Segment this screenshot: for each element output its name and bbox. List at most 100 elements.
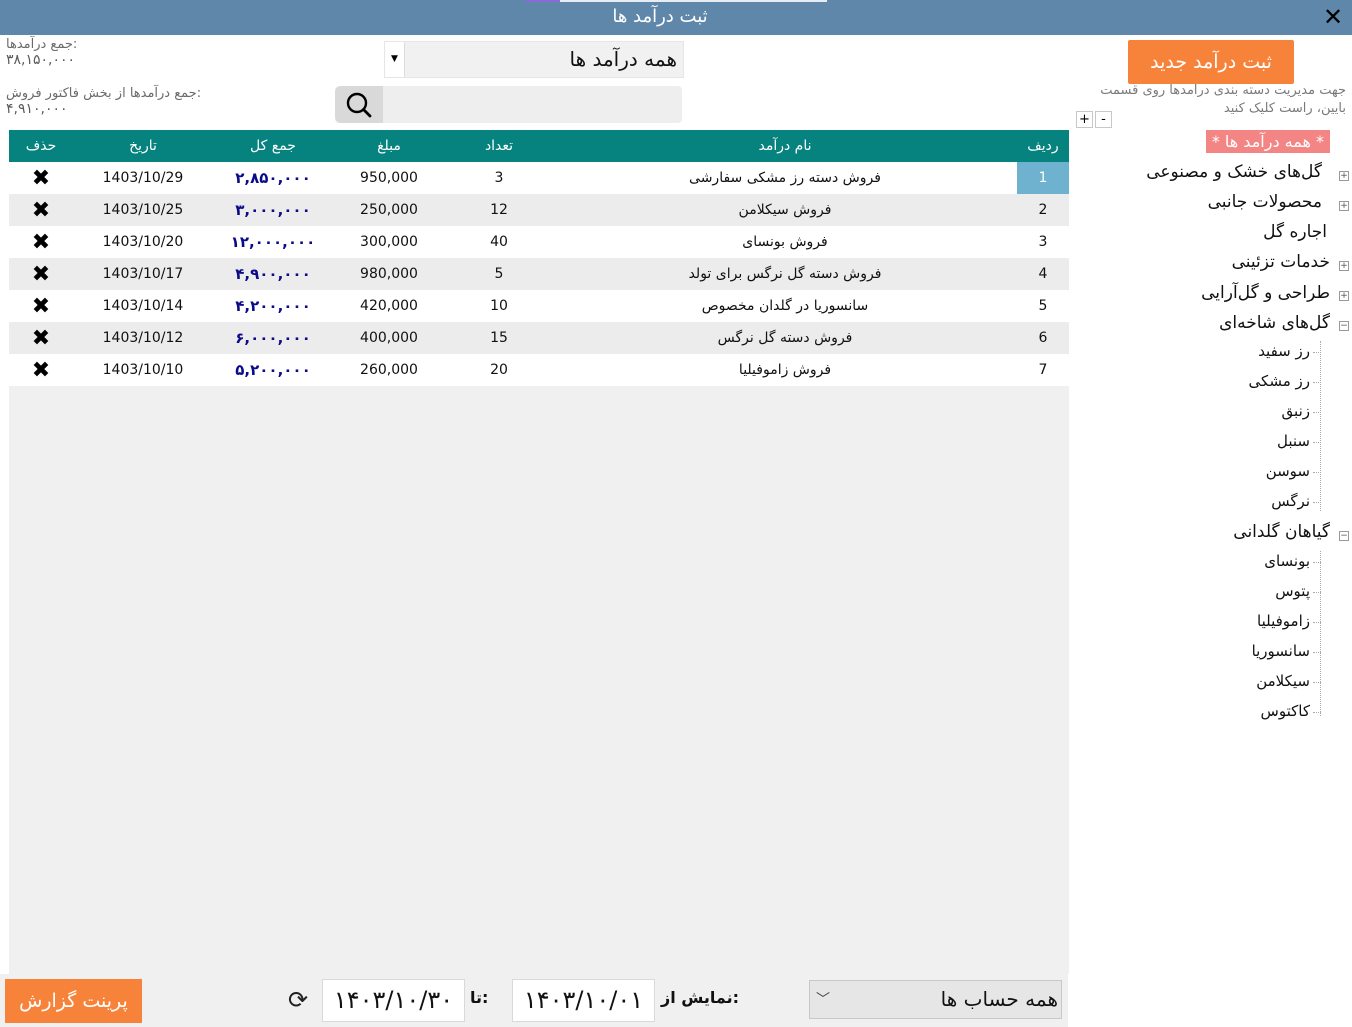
cell-qty[interactable]: 3 (445, 162, 553, 194)
cell-qty[interactable]: 10 (445, 290, 553, 322)
cell-row[interactable]: 1 (1017, 162, 1069, 194)
tree-leaf[interactable]: کاکتوس (1261, 702, 1310, 720)
delete-icon[interactable]: ✖ (32, 166, 50, 191)
col-amount[interactable]: مبلغ (333, 130, 445, 162)
search-input[interactable] (385, 88, 675, 120)
expand-icon[interactable]: + (1339, 291, 1349, 301)
tree-node-pot-plants[interactable]: گیاهان گلدانی (1233, 522, 1330, 542)
col-date[interactable]: تاریخ (73, 130, 213, 162)
cell-name[interactable]: سانسوریا در گلدان مخصوص (553, 290, 1017, 322)
cell-amount[interactable]: 260,000 (333, 354, 445, 386)
col-delete[interactable]: حذف (9, 130, 73, 162)
cell-amount[interactable]: 950,000 (333, 162, 445, 194)
chevron-down-icon[interactable]: ﹀ (816, 989, 830, 1009)
expand-icon[interactable]: + (1339, 261, 1349, 271)
delete-icon[interactable]: ✖ (32, 358, 50, 383)
cell-row[interactable]: 2 (1017, 194, 1069, 226)
expand-icon[interactable]: + (1339, 171, 1349, 181)
cell-row[interactable]: 5 (1017, 290, 1069, 322)
cell-date[interactable]: 1403/10/12 (73, 322, 213, 354)
search-icon[interactable] (335, 86, 383, 123)
cell-qty[interactable]: 12 (445, 194, 553, 226)
collapse-icon[interactable]: − (1339, 321, 1349, 331)
cell-total[interactable]: ۶,۰۰۰,۰۰۰ (213, 322, 333, 354)
tree-node-design[interactable]: طراحی و گل‌آرایی (1201, 283, 1330, 303)
cell-row[interactable]: 4 (1017, 258, 1069, 290)
table-row[interactable]: 7 فروش زاموفیلیا 20 260,000 ۵,۲۰۰,۰۰۰ 14… (9, 354, 1069, 386)
cell-qty[interactable]: 5 (445, 258, 553, 290)
table-row[interactable]: 6 فروش دسته گل نرگس 15 400,000 ۶,۰۰۰,۰۰۰… (9, 322, 1069, 354)
tree-leaf[interactable]: سنبل (1277, 432, 1310, 450)
delete-cell[interactable]: ✖ (9, 226, 73, 258)
cell-amount[interactable]: 300,000 (333, 226, 445, 258)
cell-name[interactable]: فروش زاموفیلیا (553, 354, 1017, 386)
tree-node-dried-flowers[interactable]: گل‌های خشک و مصنوعی (1146, 162, 1322, 182)
from-date-field[interactable]: ۱۴۰۳/۱۰/۰۱ (512, 979, 655, 1022)
cell-name[interactable]: فروش بونسای (553, 226, 1017, 258)
cell-qty[interactable]: 20 (445, 354, 553, 386)
cell-qty[interactable]: 15 (445, 322, 553, 354)
category-select[interactable]: ▼ همه درآمد ها (384, 41, 684, 78)
to-date-field[interactable]: ۱۴۰۳/۱۰/۳۰ (322, 979, 465, 1022)
tree-node-flower-rental[interactable]: اجاره گل (1263, 222, 1327, 242)
tree-node-accessories[interactable]: محصولات جانبی (1208, 192, 1322, 212)
table-row[interactable]: 1 فروش دسته رز مشکی سفارشی 3 950,000 ۲,۸… (9, 162, 1069, 194)
tree-leaf[interactable]: نرگس (1271, 492, 1310, 510)
tree-leaf[interactable]: سیکلامن (1256, 672, 1310, 690)
cell-total[interactable]: ۱۲,۰۰۰,۰۰۰ (213, 226, 333, 258)
cell-row[interactable]: 6 (1017, 322, 1069, 354)
cell-name[interactable]: فروش دسته گل نرگس برای تولد (553, 258, 1017, 290)
refresh-icon[interactable]: ⟳ (288, 987, 314, 1013)
delete-icon[interactable]: ✖ (32, 198, 50, 223)
expand-all-button[interactable]: + (1076, 111, 1093, 128)
cell-total[interactable]: ۴,۲۰۰,۰۰۰ (213, 290, 333, 322)
table-row[interactable]: 5 سانسوریا در گلدان مخصوص 10 420,000 ۴,۲… (9, 290, 1069, 322)
tree-leaf[interactable]: زاموفیلیا (1257, 612, 1310, 630)
cell-date[interactable]: 1403/10/29 (73, 162, 213, 194)
tree-node-decor-services[interactable]: خدمات تزئینی (1232, 252, 1330, 272)
tree-leaf[interactable]: سانسوریا (1252, 642, 1310, 660)
cell-amount[interactable]: 250,000 (333, 194, 445, 226)
table-row[interactable]: 4 فروش دسته گل نرگس برای تولد 5 980,000 … (9, 258, 1069, 290)
collapse-all-button[interactable]: - (1095, 111, 1112, 128)
cell-total[interactable]: ۳,۰۰۰,۰۰۰ (213, 194, 333, 226)
tree-node-cut-flowers[interactable]: گل‌های شاخه‌ای (1219, 313, 1330, 333)
cell-amount[interactable]: 980,000 (333, 258, 445, 290)
delete-cell[interactable]: ✖ (9, 194, 73, 226)
col-total[interactable]: جمع کل (213, 130, 333, 162)
delete-cell[interactable]: ✖ (9, 290, 73, 322)
cell-row[interactable]: 3 (1017, 226, 1069, 258)
expand-icon[interactable]: + (1339, 201, 1349, 211)
delete-icon[interactable]: ✖ (32, 294, 50, 319)
cell-date[interactable]: 1403/10/14 (73, 290, 213, 322)
tree-leaf[interactable]: پتوس (1275, 582, 1310, 600)
tree-leaf[interactable]: زنبق (1282, 402, 1310, 420)
delete-icon[interactable]: ✖ (32, 262, 50, 287)
table-row[interactable]: 3 فروش بونسای 40 300,000 ۱۲,۰۰۰,۰۰۰ 1403… (9, 226, 1069, 258)
cell-qty[interactable]: 40 (445, 226, 553, 258)
delete-cell[interactable]: ✖ (9, 322, 73, 354)
delete-cell[interactable]: ✖ (9, 162, 73, 194)
cell-amount[interactable]: 420,000 (333, 290, 445, 322)
delete-icon[interactable]: ✖ (32, 326, 50, 351)
cell-date[interactable]: 1403/10/20 (73, 226, 213, 258)
col-name[interactable]: نام درآمد (553, 130, 1017, 162)
cell-row[interactable]: 7 (1017, 354, 1069, 386)
cell-name[interactable]: فروش سیکلامن (553, 194, 1017, 226)
col-row[interactable]: ردیف (1017, 130, 1069, 162)
tree-leaf[interactable]: سوسن (1266, 462, 1310, 480)
new-income-button[interactable]: ثبت درآمد جدید (1128, 40, 1294, 84)
tree-leaf[interactable]: بونسای (1264, 552, 1310, 570)
cell-name[interactable]: فروش دسته رز مشکی سفارشی (553, 162, 1017, 194)
close-icon[interactable]: ✕ (1320, 4, 1346, 30)
cell-total[interactable]: ۲,۸۵۰,۰۰۰ (213, 162, 333, 194)
tree-root-all-incomes[interactable]: * همه درآمد ها * (1205, 130, 1330, 153)
table-row[interactable]: 2 فروش سیکلامن 12 250,000 ۳,۰۰۰,۰۰۰ 1403… (9, 194, 1069, 226)
account-select[interactable]: ﹀ همه حساب ها (809, 980, 1062, 1019)
collapse-icon[interactable]: − (1339, 531, 1349, 541)
cell-date[interactable]: 1403/10/17 (73, 258, 213, 290)
cell-amount[interactable]: 400,000 (333, 322, 445, 354)
col-qty[interactable]: تعداد (445, 130, 553, 162)
tree-leaf[interactable]: رز سفید (1258, 342, 1310, 360)
delete-cell[interactable]: ✖ (9, 258, 73, 290)
